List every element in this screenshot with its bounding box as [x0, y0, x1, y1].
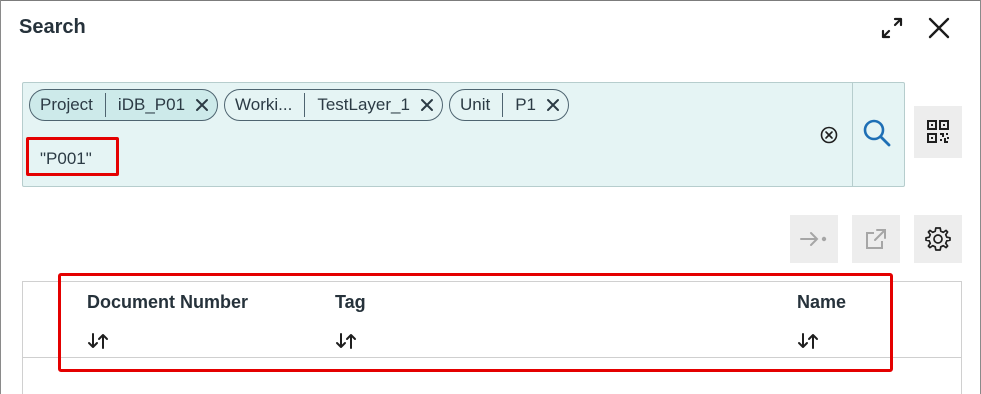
- qr-code-icon: [927, 120, 949, 143]
- expand-icon: [881, 17, 903, 39]
- close-icon: [928, 17, 950, 39]
- chip-value: TestLayer_1: [317, 95, 410, 114]
- chip-key: Unit: [459, 95, 491, 114]
- search-box: Project iDB_P01 Worki... TestLayer_1 Uni…: [22, 82, 905, 187]
- gear-icon: [925, 227, 951, 251]
- chip-key: Worki...: [235, 95, 293, 114]
- scan-code-button[interactable]: [914, 106, 962, 158]
- table-header-highlight-box: [58, 273, 893, 372]
- search-icon: [863, 119, 891, 147]
- clear-circle-icon: [820, 126, 838, 144]
- chip-value: P1: [515, 95, 536, 114]
- filter-chip-project[interactable]: Project iDB_P01: [29, 89, 219, 121]
- filter-chip-unit[interactable]: Unit P1: [448, 89, 569, 121]
- open-external-button[interactable]: [852, 215, 900, 263]
- clear-search-button[interactable]: [819, 125, 839, 145]
- send-to-button[interactable]: [790, 215, 838, 263]
- chip-key: Project: [40, 95, 93, 114]
- filter-chips: Project iDB_P01 Worki... TestLayer_1 Uni…: [29, 89, 569, 121]
- open-external-icon: [866, 229, 886, 249]
- search-button[interactable]: [857, 113, 897, 153]
- search-panel: Search Project iDB_P01 Worki... TestLaye…: [0, 0, 981, 394]
- query-highlight-box: [26, 137, 119, 176]
- settings-button[interactable]: [914, 215, 962, 263]
- remove-filter-icon[interactable]: [193, 96, 211, 114]
- panel-title: Search: [19, 16, 86, 38]
- chip-value: iDB_P01: [117, 95, 186, 114]
- expand-button[interactable]: [875, 10, 909, 46]
- remove-filter-icon[interactable]: [418, 96, 436, 114]
- filter-chip-working-layer[interactable]: Worki... TestLayer_1: [224, 89, 443, 121]
- close-button[interactable]: [922, 10, 956, 46]
- remove-filter-icon[interactable]: [544, 96, 562, 114]
- arrow-right-dot-icon: [800, 232, 827, 246]
- search-divider: [852, 83, 853, 186]
